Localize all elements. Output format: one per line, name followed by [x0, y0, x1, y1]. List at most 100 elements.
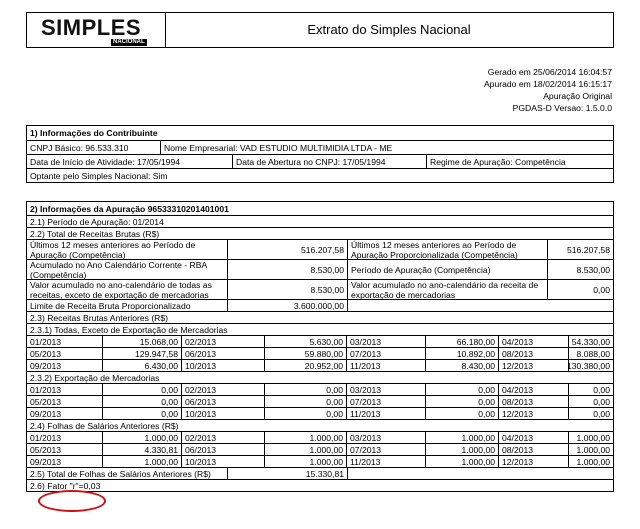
- month-value: 0,00: [568, 408, 613, 419]
- month-label: 06/2013: [181, 396, 264, 407]
- computed-date: Apurado em 18/02/2014 16:15:17: [483, 79, 612, 89]
- subsection-label: 2.3.1) Todas, Exceto de Exportação de Me…: [30, 324, 228, 335]
- highlight-circle: [38, 490, 106, 512]
- month-value: 54.330,00: [568, 336, 613, 347]
- month-value: 20.952,00: [264, 360, 346, 371]
- month-label: 11/2013: [346, 360, 425, 371]
- revenue-label: Valor acumulado no ano-calendário da rec…: [347, 280, 547, 299]
- cnpj-field: CNPJ Básico: 96.533.310: [30, 142, 129, 153]
- month-value: 0,00: [264, 384, 346, 395]
- month-value: 0,00: [425, 396, 498, 407]
- logo-text: SIMPLES: [41, 15, 142, 40]
- month-label: 07/2013: [346, 396, 425, 407]
- month-label: 08/2013: [498, 396, 568, 407]
- month-label: 07/2013: [346, 444, 425, 455]
- computation-section: 2) Informações da Apuração 9653331020140…: [26, 201, 614, 492]
- month-label: 10/2013: [181, 456, 264, 467]
- month-value: 0,00: [102, 396, 181, 407]
- cnpj-opening-field: Data de Abertura no CNPJ: 17/05/1994: [232, 155, 426, 168]
- regime-field: Regime de Apuração: Competência: [426, 155, 613, 168]
- month-label: 09/2013: [30, 456, 62, 467]
- month-label: 05/2013: [30, 348, 62, 359]
- month-row: 05/2013 0,00 06/2013 0,00 07/2013 0,00 08/2013…: [27, 395, 613, 407]
- section-title: 1) Informações do Contribuinte: [30, 128, 158, 138]
- limit-label: Limite de Receita Bruta Proporcionalizad…: [30, 300, 191, 311]
- month-value: 1.000,00: [264, 456, 346, 467]
- month-value: 0,00: [425, 384, 498, 395]
- revenue-value: 8.530,00: [227, 280, 347, 299]
- month-row: 09/2013 6.430,00 10/2013 20.952,00 11/2013 8.…: [27, 359, 613, 371]
- simples-logo: SIMPLES NACIONAL: [27, 13, 166, 47]
- month-value: 0,00: [264, 408, 346, 419]
- month-value: 129.947,58: [102, 348, 181, 359]
- previous-revenue-label: 2.3) Receitas Brutas Anteriores (R$): [30, 312, 169, 323]
- taxpayer-info-section: 1) Informações do Contribuinte CNPJ Bási…: [26, 125, 614, 183]
- month-label: 09/2013: [30, 408, 62, 419]
- revenue-label: Últimos 12 meses anteriores ao Período d…: [347, 240, 547, 259]
- month-value: 0,00: [568, 396, 613, 407]
- month-label: 03/2013: [346, 384, 425, 395]
- document-header: SIMPLES NACIONAL Extrato do Simples Naci…: [26, 12, 614, 48]
- activity-start-field: Data de Início de Atividade: 17/05/1994: [30, 156, 181, 167]
- month-label: 12/2013: [498, 360, 568, 371]
- factor-r-field: 2.6) Fator "r"=0,03: [30, 480, 101, 491]
- payroll-total-value: 15.330,81: [227, 468, 347, 479]
- month-value: 59.880,00: [264, 348, 346, 359]
- section-title: 2) Informações da Apuração 9653331020140…: [30, 203, 229, 214]
- month-row: 05/2013 4.330,81 06/2013 1.000,00 07/2013 1.0…: [27, 443, 613, 455]
- computation-type: Apuração Original: [543, 91, 612, 101]
- month-value: 1.000,00: [102, 432, 181, 443]
- revenue-value: 0,00: [547, 280, 613, 299]
- month-row: 09/2013 0,00 10/2013 0,00 11/2013 0,00 12/2013…: [27, 407, 613, 419]
- month-value: 1.000,00: [102, 456, 181, 467]
- document-title: Extrato do Simples Nacional: [307, 22, 471, 37]
- month-label: 02/2013: [181, 384, 264, 395]
- month-label: 12/2013: [498, 456, 568, 467]
- month-label: 01/2013: [30, 336, 62, 347]
- revenue-value: 8.530,00: [227, 260, 347, 279]
- month-label: 07/2013: [346, 348, 425, 359]
- month-value: 15.068,00: [102, 336, 181, 347]
- month-label: 02/2013: [181, 336, 264, 347]
- month-row: 09/2013 1.000,00 10/2013 1.000,00 11/2013 1.0…: [27, 455, 613, 467]
- month-value: 4.330,81: [102, 444, 181, 455]
- month-value: 1.000,00: [264, 432, 346, 443]
- month-label: 05/2013: [30, 396, 62, 407]
- month-label: 06/2013: [181, 348, 264, 359]
- month-value: 1.000,00: [568, 456, 613, 467]
- month-row: 01/2013 1.000,00 02/2013 1.000,00 03/2013 1.0…: [27, 431, 613, 443]
- revenue-total-row: Valor acumulado no ano-calendário de tod…: [27, 279, 613, 299]
- month-value: 1.000,00: [425, 456, 498, 467]
- month-label: 11/2013: [346, 456, 425, 467]
- month-label: 12/2013: [498, 408, 568, 419]
- month-value: 1.000,00: [425, 432, 498, 443]
- month-label: 04/2013: [498, 432, 568, 443]
- month-value: 130.380,00: [568, 360, 613, 371]
- month-value: 10.892,00: [425, 348, 498, 359]
- month-label: 10/2013: [181, 360, 264, 371]
- revenue-value: 516.207,58: [547, 240, 613, 259]
- month-label: 11/2013: [346, 408, 425, 419]
- revenue-label: Período de Apuração (Competência): [347, 260, 547, 279]
- revenue-label: Acumulado no Ano Calendário Corrente - R…: [30, 260, 207, 279]
- month-value: 66.180,00: [425, 336, 498, 347]
- month-label: 06/2013: [181, 444, 264, 455]
- optant-field: Optante pelo Simples Nacional: Sim: [30, 170, 168, 181]
- month-row: 05/2013 129.947,58 06/2013 59.880,00 07/2013…: [27, 347, 613, 359]
- period-field: 2.1) Período de Apuração: 01/2014: [30, 216, 164, 227]
- month-value: 0,00: [568, 384, 613, 395]
- month-value: 1.000,00: [264, 444, 346, 455]
- month-label: 05/2013: [30, 444, 62, 455]
- month-label: 04/2013: [498, 384, 568, 395]
- month-label: 03/2013: [346, 432, 425, 443]
- pgdas-version: PGDAS-D Versao: 1.5.0.0: [512, 103, 612, 113]
- payroll-label: 2.4) Folhas de Salários Anteriores (R$): [30, 420, 179, 431]
- month-label: 01/2013: [30, 432, 62, 443]
- company-name-field: Nome Empresarial: VAD ESTUDIO MULTIMIDIA…: [160, 141, 613, 154]
- month-value: 6.430,00: [102, 360, 181, 371]
- month-label: 03/2013: [346, 336, 425, 347]
- month-label: 01/2013: [30, 384, 62, 395]
- revenue-total-row: Acumulado no Ano Calendário Corrente - R…: [27, 259, 613, 279]
- total-revenue-label: 2.2) Total de Receitas Brutas (R$): [30, 228, 160, 239]
- document-meta: Gerado em 25/06/2014 16:04:57 Apurado em…: [484, 66, 612, 114]
